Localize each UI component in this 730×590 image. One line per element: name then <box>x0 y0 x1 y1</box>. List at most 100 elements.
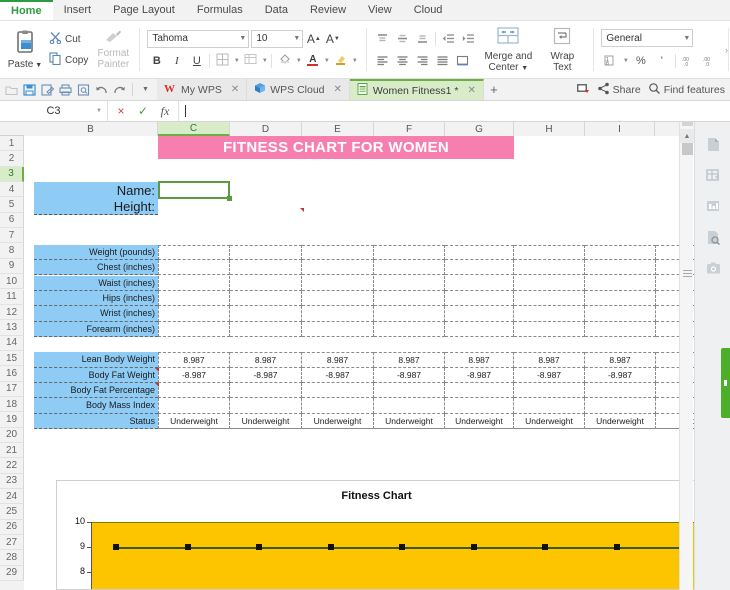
insert-function-button[interactable]: fx <box>154 101 176 121</box>
row-header-5[interactable]: 5 <box>0 197 24 213</box>
measure-input-cell[interactable] <box>230 321 302 337</box>
comment-marker[interactable] <box>155 367 159 372</box>
tab-wps-cloud[interactable]: WPS Cloud ✕ <box>247 79 350 100</box>
align-center-button[interactable] <box>393 51 412 70</box>
measure-input-cell[interactable] <box>514 244 585 261</box>
measure-input-cell[interactable] <box>514 321 585 337</box>
column-header-d[interactable]: D <box>230 122 302 136</box>
save-icon[interactable] <box>21 81 38 99</box>
measure-input-cell[interactable] <box>445 244 514 261</box>
row-header-28[interactable]: 28 <box>0 550 24 566</box>
close-icon[interactable]: ✕ <box>468 85 476 96</box>
find-features-button[interactable]: Find features <box>648 82 725 98</box>
cut-button[interactable]: Cut <box>46 29 91 50</box>
measure-input-cell[interactable] <box>445 321 514 337</box>
result-value-cell[interactable]: -8.987 <box>230 367 302 383</box>
result-value-cell[interactable]: 8.987 <box>302 352 374 368</box>
result-value-cell[interactable] <box>230 398 302 414</box>
screenshot-icon[interactable] <box>704 259 722 277</box>
row-header-23[interactable]: 23 <box>0 473 24 490</box>
measure-input-cell[interactable] <box>585 260 656 276</box>
column-header-h[interactable]: H <box>514 122 585 136</box>
row-header-11[interactable]: 11 <box>0 289 24 305</box>
row-header-9[interactable]: 9 <box>0 258 24 275</box>
measure-input-cell[interactable] <box>302 244 374 261</box>
align-left-button[interactable] <box>373 51 392 70</box>
fitness-chart[interactable]: Fitness Chart 10987 <box>56 480 697 590</box>
row-header-6[interactable]: 6 <box>0 212 24 229</box>
fill-color-button[interactable] <box>275 51 294 70</box>
result-value-cell[interactable] <box>585 382 656 399</box>
row-header-29[interactable]: 29 <box>0 565 24 582</box>
table-properties-icon[interactable] <box>704 166 722 184</box>
measure-input-cell[interactable] <box>302 321 374 337</box>
increase-indent-button[interactable] <box>459 29 478 48</box>
sheet-cells[interactable]: FITNESS CHART FOR WOMEN Name: Height: 21… <box>24 136 697 590</box>
save-as-icon[interactable] <box>39 81 56 99</box>
shrink-font-button[interactable]: A ▼ <box>324 29 341 48</box>
scroll-up-button[interactable]: ▲ <box>680 129 694 143</box>
increase-decimal-button[interactable]: .00.0 <box>680 51 699 70</box>
row-header-7[interactable]: 7 <box>0 228 24 244</box>
customize-qat-icon[interactable]: ▼ <box>137 81 154 99</box>
measure-input-cell[interactable] <box>374 260 445 276</box>
merge-and-center-button[interactable]: Merge and Center ▼ <box>481 24 535 76</box>
result-value-cell[interactable]: Underweight <box>158 413 230 429</box>
spreadsheet-grid[interactable]: BCDEFGHI 1 2 3 4 5 6 7 8 9 10 11 12 13 14 15 16 17 18 19 20… <box>0 122 697 590</box>
formula-input[interactable] <box>178 101 730 121</box>
paste-button[interactable]: Paste ▼ <box>4 25 46 75</box>
column-header-i[interactable]: I <box>585 122 655 136</box>
bold-button[interactable]: B <box>147 51 166 70</box>
italic-button[interactable]: I <box>167 51 186 70</box>
result-value-cell[interactable] <box>158 398 230 414</box>
new-tab-button[interactable]: + <box>484 79 504 100</box>
measure-input-cell[interactable] <box>514 306 585 322</box>
row-header-12[interactable]: 12 <box>0 304 24 321</box>
row-header-10[interactable]: 10 <box>0 274 24 290</box>
row-header-20[interactable]: 20 <box>0 427 24 443</box>
font-color-button[interactable]: A <box>303 51 322 70</box>
number-format-select[interactable]: General ▼ <box>601 29 694 47</box>
column-header-f[interactable]: F <box>374 122 445 136</box>
row-header-16[interactable]: 16 <box>0 366 24 382</box>
cell-style-dropdown[interactable]: ▼ <box>261 58 268 64</box>
open-icon[interactable] <box>3 81 20 99</box>
measure-input-cell[interactable] <box>158 244 230 261</box>
font-color-dropdown[interactable]: ▼ <box>323 58 330 64</box>
cell-inspect-icon[interactable] <box>704 228 722 246</box>
row-header-14[interactable]: 14 <box>0 335 24 351</box>
font-size-select[interactable]: 10 ▼ <box>251 29 304 48</box>
distribute-button[interactable] <box>453 51 472 70</box>
menu-item-review[interactable]: Review <box>299 0 357 20</box>
result-value-cell[interactable] <box>445 382 514 399</box>
justify-button[interactable] <box>433 51 452 70</box>
measure-input-cell[interactable] <box>585 275 656 291</box>
row-header-1[interactable]: 1 <box>0 136 24 152</box>
align-right-button[interactable] <box>413 51 432 70</box>
measure-input-cell[interactable] <box>158 321 230 337</box>
result-value-cell[interactable]: Underweight <box>445 413 514 429</box>
measure-input-cell[interactable] <box>374 321 445 337</box>
result-value-cell[interactable]: Underweight <box>585 413 656 429</box>
menu-item-cloud[interactable]: Cloud <box>403 0 454 20</box>
column-header-g[interactable]: G <box>445 122 514 136</box>
result-value-cell[interactable]: 8.987 <box>158 352 230 368</box>
decrease-decimal-button[interactable]: .00.0 <box>701 51 720 70</box>
menu-item-page-layout[interactable]: Page Layout <box>102 0 186 20</box>
measure-input-cell[interactable] <box>230 260 302 276</box>
result-value-cell[interactable]: Underweight <box>230 413 302 429</box>
measure-input-cell[interactable] <box>445 275 514 291</box>
highlight-button[interactable] <box>331 51 350 70</box>
measure-input-cell[interactable] <box>230 244 302 261</box>
menu-item-data[interactable]: Data <box>254 0 299 20</box>
highlight-dropdown[interactable]: ▼ <box>351 58 358 64</box>
result-value-cell[interactable] <box>302 398 374 414</box>
cancel-formula-button[interactable]: × <box>110 101 132 121</box>
accounting-dropdown[interactable]: ▼ <box>622 58 629 64</box>
name-box[interactable]: C3 ▼ <box>0 101 108 121</box>
result-value-cell[interactable]: -8.987 <box>585 367 656 383</box>
result-value-cell[interactable]: -8.987 <box>374 367 445 383</box>
comment-marker[interactable] <box>300 208 304 212</box>
measure-input-cell[interactable] <box>445 306 514 322</box>
menu-item-view[interactable]: View <box>357 0 403 20</box>
